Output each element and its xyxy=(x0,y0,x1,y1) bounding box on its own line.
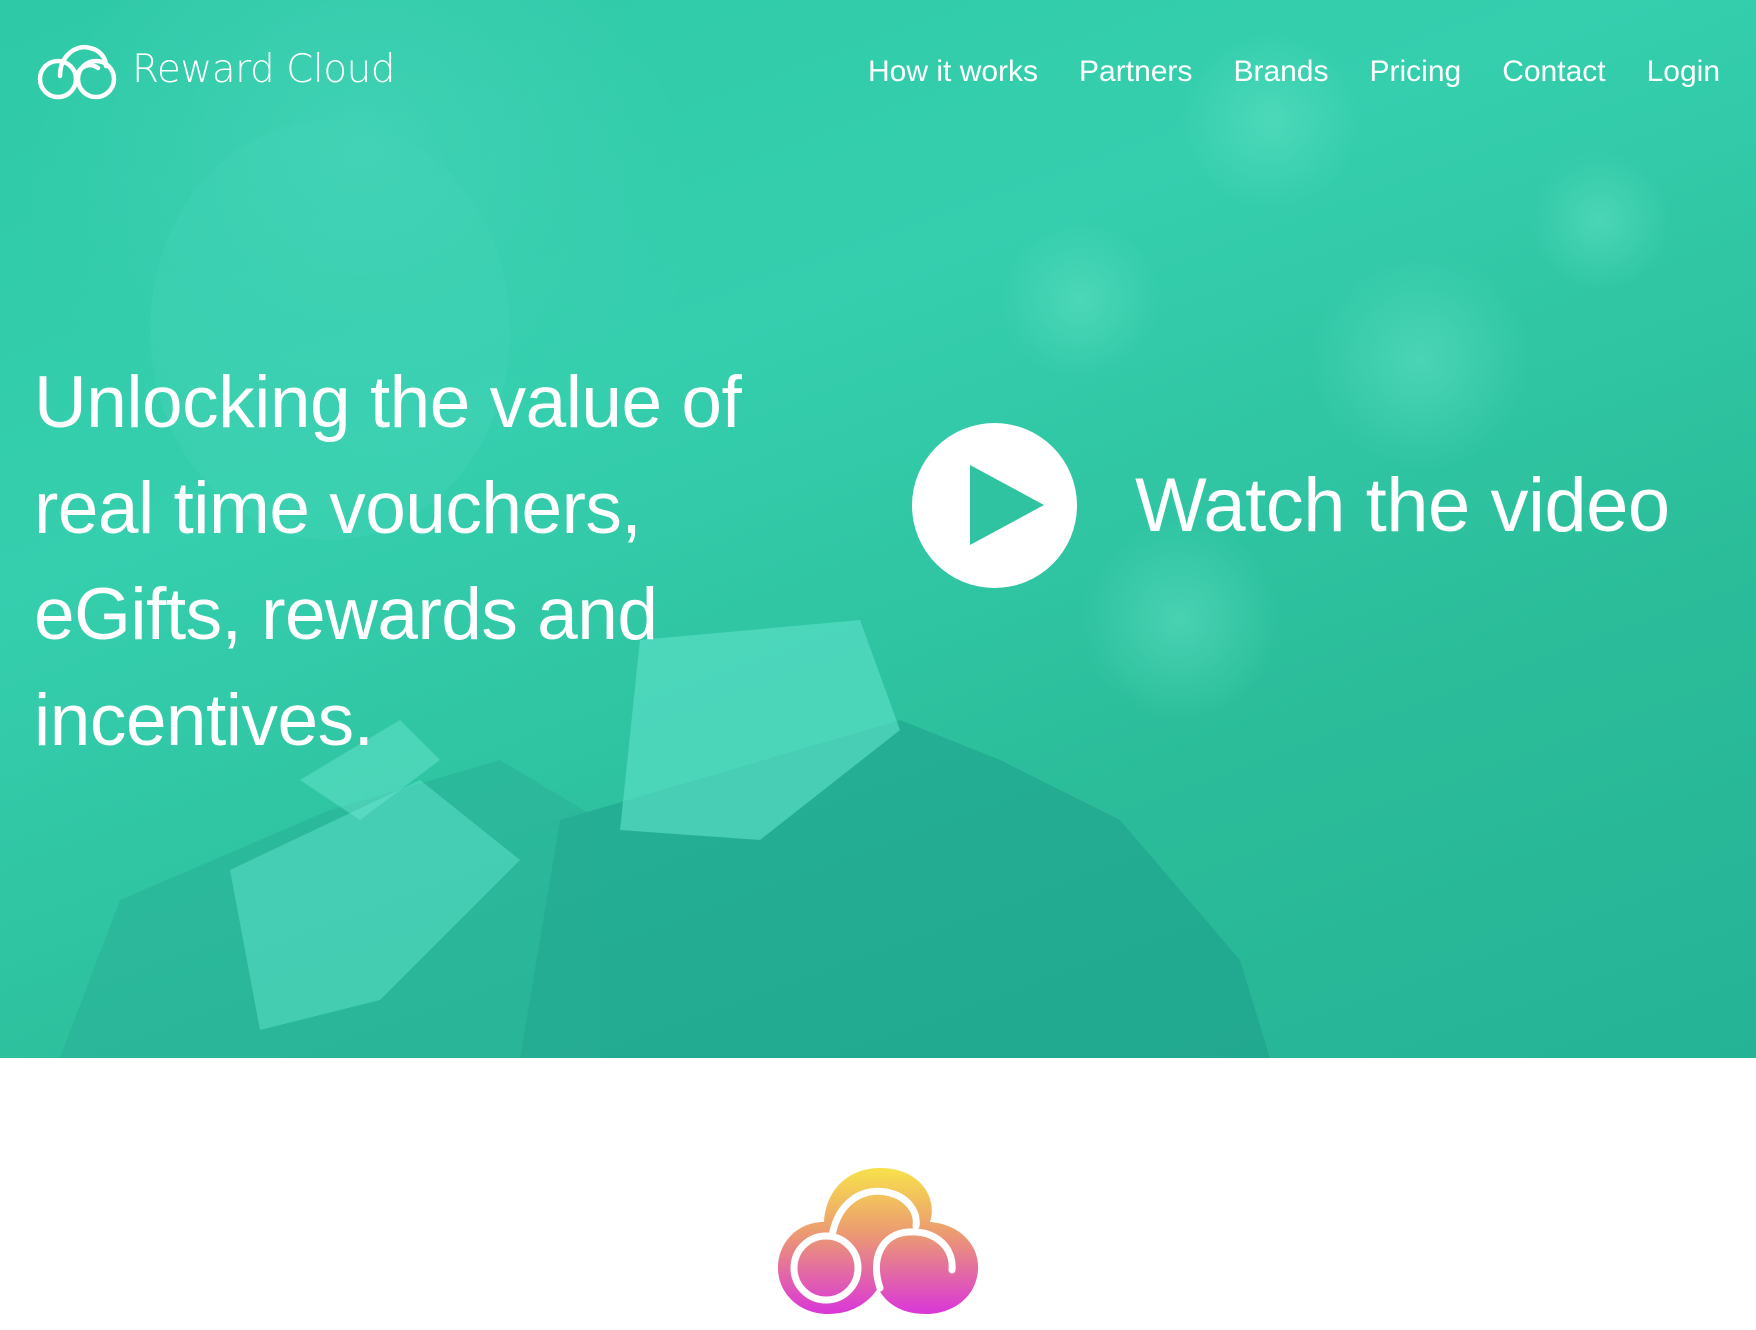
watch-video-button[interactable]: Watch the video xyxy=(912,423,1670,588)
hero-section: Reward Cloud How it works Partners Brand… xyxy=(0,0,1756,1058)
nav-how-it-works[interactable]: How it works xyxy=(868,52,1038,92)
hero-headline: Unlocking the value of real time voucher… xyxy=(34,362,742,761)
content-section xyxy=(0,1058,1756,1330)
watch-video-label: Watch the video xyxy=(1135,463,1670,548)
top-navigation: Reward Cloud How it works Partners Brand… xyxy=(0,0,1756,150)
nav-menu: How it works Partners Brands Pricing Con… xyxy=(868,52,1720,92)
brand-name: Reward Cloud xyxy=(132,46,396,92)
brand-logo-link[interactable]: Reward Cloud xyxy=(34,36,396,102)
play-icon[interactable] xyxy=(912,423,1077,588)
nav-contact[interactable]: Contact xyxy=(1502,52,1605,92)
cloud-logo-icon xyxy=(37,44,117,100)
nav-login[interactable]: Login xyxy=(1647,52,1720,92)
nav-partners[interactable]: Partners xyxy=(1079,52,1192,92)
nav-pricing[interactable]: Pricing xyxy=(1370,52,1462,92)
nav-brands[interactable]: Brands xyxy=(1233,52,1328,92)
play-triangle xyxy=(970,465,1044,545)
gradient-cloud-logo-icon xyxy=(778,1168,979,1314)
